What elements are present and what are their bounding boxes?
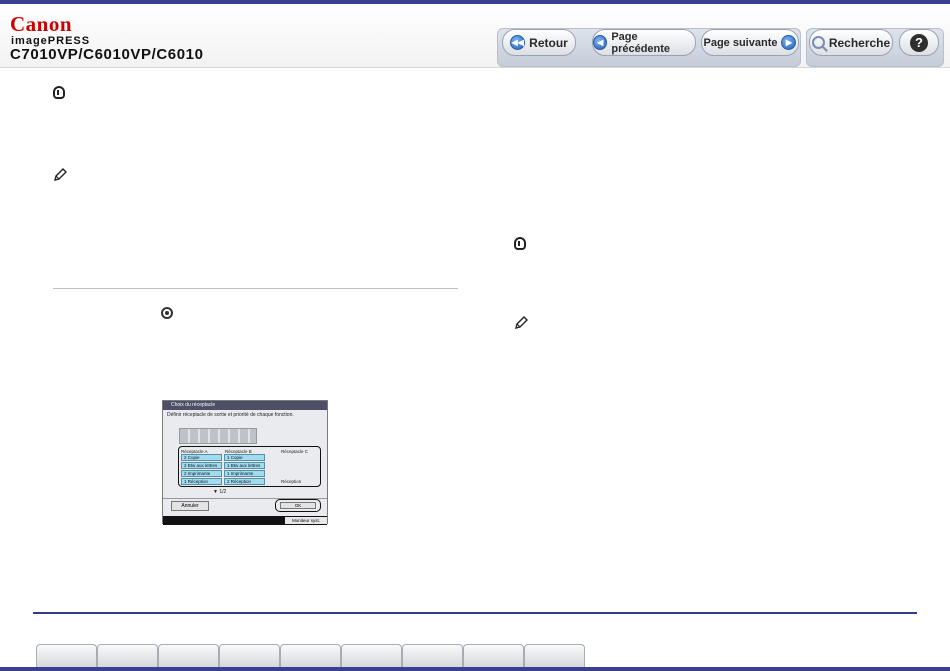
column-c-item: Réception [281,479,302,484]
prev-page-label: Page précédente [611,30,671,55]
pager-count: 1/2 [219,489,227,495]
next-page-button[interactable]: Page suivante ▶ [701,29,799,56]
help-icon: ? [910,33,928,52]
screen-pager: ▼ 1/2 [213,489,226,495]
canon-logo: Canon [10,12,73,36]
back-label: Retour [529,35,568,50]
search-label: Recherche [828,35,891,50]
search-button[interactable]: Recherche [809,29,893,56]
list-item: 2 Copie [181,454,222,461]
list-item: 1 Imprimante [224,470,265,477]
section-divider [53,288,458,289]
system-monitor-button: Moniteur syst. [285,517,327,524]
prev-page-button[interactable]: ◀ Page précédente [592,29,696,56]
header-bar: Canon imagePRESS C7010VP/C6010VP/C6010 [0,4,950,68]
list-item: 2 Imprimante [181,470,222,477]
settings-key-icon [161,307,173,319]
memo-pencil-icon [515,316,528,329]
screen-cancel-button: Annuler [171,501,209,511]
list-item: 2 Réception [224,478,265,485]
arrow-right-icon: ▶ [781,35,797,50]
column-c-header: Réceptacle C [281,449,309,454]
rewind-icon: ◀◀ [510,35,526,50]
screen-ok-button: OK [280,502,316,509]
memo-pencil-icon [54,168,67,181]
model-name: C7010VP/C6010VP/C6010 [10,46,204,63]
screen-title: Choix du réceptacle [163,401,327,410]
help-button[interactable]: ? [899,29,939,56]
magnifier-icon [811,36,825,49]
back-button[interactable]: ◀◀ Retour [502,29,576,56]
list-item: 2 Btw aux lettres [181,462,222,469]
footer-rule [33,612,917,614]
bottom-strip [0,667,950,671]
next-page-label: Page suivante [703,36,778,49]
tray-illustration [179,428,257,444]
screen-subtitle: Définir réceptacle de sortie et priorité… [167,412,294,418]
pager-down-icon: ▼ [213,489,218,495]
list-item: 1 Réception [181,478,222,485]
important-icon [53,86,65,99]
ok-highlight-frame: OK [275,499,321,512]
arrow-left-icon: ◀ [593,35,608,50]
list-item: 1 Btw aux lettres [224,462,265,469]
list-item: 1 Copie [224,454,265,461]
important-icon [514,237,526,250]
device-screen-image: Choix du réceptacle Définir réceptacle d… [162,400,328,525]
